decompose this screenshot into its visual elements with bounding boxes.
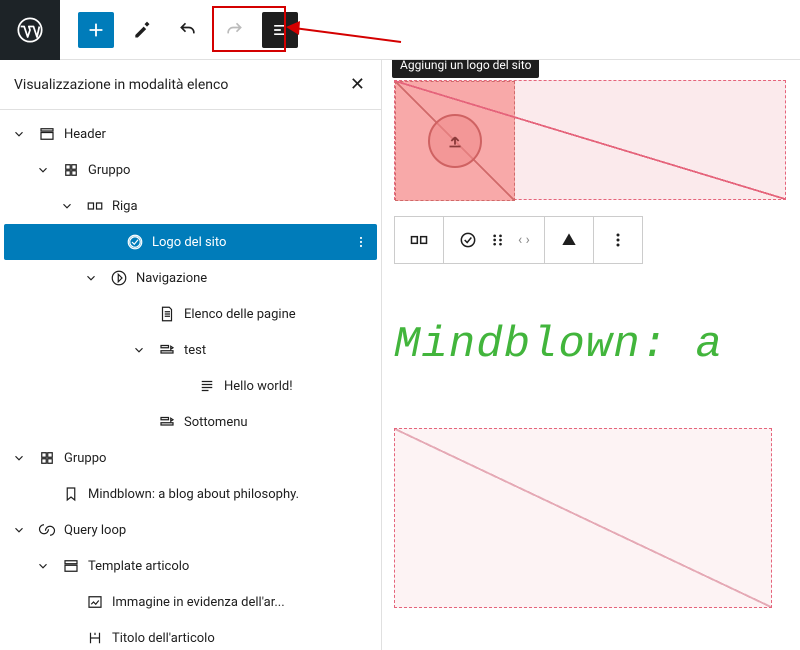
list-view-panel: Visualizzazione in modalità elenco ✕ Hea… (0, 60, 382, 650)
tree-item-label: Navigazione (136, 271, 207, 286)
block-tree: Header Gruppo Riga Logo del sito Navigazione… (0, 110, 381, 650)
list-view-title: Visualizzazione in modalità elenco (14, 77, 228, 93)
tree-item[interactable]: Logo del sito (4, 224, 377, 260)
edit-mode-button[interactable] (124, 12, 160, 48)
tree-item[interactable]: Riga (4, 188, 377, 224)
block-toolbar: ‹ › (394, 216, 643, 264)
post-title-icon (84, 629, 106, 647)
block-more-options-button[interactable] (594, 217, 642, 263)
tree-item-label: Logo del sito (152, 235, 226, 250)
site-heading[interactable]: Mindblown: a (394, 320, 800, 370)
tree-item-label: Elenco delle pagine (184, 307, 296, 322)
tree-item[interactable]: Gruppo (4, 440, 377, 476)
tree-item-label: Gruppo (88, 163, 130, 178)
tree-item[interactable]: Mindblown: a blog about philosophy. (4, 476, 377, 512)
redo-button[interactable] (216, 12, 252, 48)
group-icon (36, 449, 58, 467)
site-logo-icon (124, 233, 146, 251)
move-arrows-icon[interactable]: ‹ › (518, 232, 530, 248)
tree-item-more-button[interactable] (353, 234, 369, 250)
upload-icon[interactable] (428, 114, 482, 168)
tree-item-label: Header (64, 127, 106, 142)
editor-canvas: Aggiungi un logo del sito ‹ › Mind (382, 60, 800, 650)
row-icon (84, 197, 106, 215)
header-icon (36, 125, 58, 143)
tree-item-label: Query loop (64, 523, 126, 538)
navigation-icon (108, 269, 130, 287)
add-block-button[interactable] (78, 12, 114, 48)
close-panel-button[interactable]: ✕ (350, 74, 365, 95)
tree-item[interactable]: Hello world! (4, 368, 377, 404)
block-align-button[interactable] (545, 217, 594, 263)
row-placeholder[interactable]: Aggiungi un logo del sito (394, 80, 786, 200)
tree-item[interactable]: Immagine in evidenza dell'ar... (4, 584, 377, 620)
block-type-row-button[interactable] (395, 217, 444, 263)
list-view-button[interactable] (262, 12, 298, 48)
site-logo-block[interactable]: Aggiungi un logo del sito (395, 81, 515, 201)
featured-image-placeholder[interactable] (394, 428, 772, 608)
top-toolbar (0, 0, 800, 60)
expand-toggle[interactable] (84, 271, 108, 285)
featured-image-icon (84, 593, 106, 611)
site-logo-tooltip: Aggiungi un logo del sito (392, 60, 539, 78)
tree-item[interactable]: Elenco delle pagine (4, 296, 377, 332)
tree-item[interactable]: Query loop (4, 512, 377, 548)
tree-item[interactable]: Header (4, 116, 377, 152)
tree-item-label: Gruppo (64, 451, 106, 466)
tree-item-label: Mindblown: a blog about philosophy. (88, 487, 299, 502)
undo-button[interactable] (170, 12, 206, 48)
tree-item-label: test (184, 343, 206, 358)
tree-item[interactable]: Gruppo (4, 152, 377, 188)
page-list-icon (156, 305, 178, 323)
expand-toggle[interactable] (12, 451, 36, 465)
expand-toggle[interactable] (36, 559, 60, 573)
expand-toggle[interactable] (12, 127, 36, 141)
wordpress-logo[interactable] (0, 0, 60, 60)
list-view-header: Visualizzazione in modalità elenco ✕ (0, 60, 381, 110)
bookmark-icon (60, 485, 82, 503)
expand-toggle[interactable] (12, 523, 36, 537)
tree-item-label: Riga (112, 199, 138, 214)
post-template-icon (60, 557, 82, 575)
expand-toggle[interactable] (132, 343, 156, 357)
tree-item-label: Immagine in evidenza dell'ar... (112, 595, 285, 610)
tree-item[interactable]: Sottomenu (4, 404, 377, 440)
submenu-icon (156, 341, 178, 359)
expand-toggle[interactable] (36, 163, 60, 177)
tree-item-label: Sottomenu (184, 415, 248, 430)
tree-item[interactable]: Template articolo (4, 548, 377, 584)
tree-item[interactable]: Titolo dell'articolo (4, 620, 377, 650)
paragraph-icon (196, 377, 218, 395)
tree-item[interactable]: test (4, 332, 377, 368)
query-loop-icon (36, 521, 58, 539)
tree-item-label: Hello world! (224, 379, 293, 394)
tree-item-label: Titolo dell'articolo (112, 631, 215, 646)
group-icon (60, 161, 82, 179)
submenu-icon (156, 413, 178, 431)
block-parent-logo-button[interactable]: ‹ › (444, 217, 545, 263)
drag-handle-icon[interactable] (488, 230, 508, 250)
expand-toggle[interactable] (60, 199, 84, 213)
tree-item-label: Template articolo (88, 559, 189, 574)
tree-item[interactable]: Navigazione (4, 260, 377, 296)
